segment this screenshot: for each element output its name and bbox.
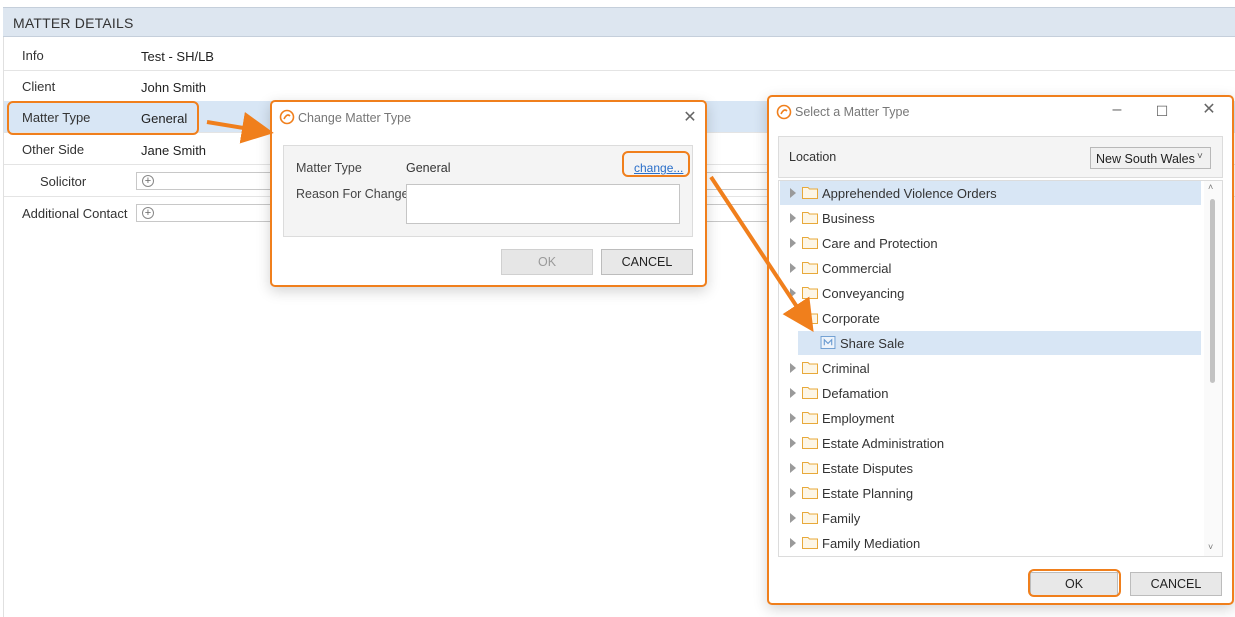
arrow-to-share-sale: [709, 175, 814, 333]
annotation-arrows: [206, 111, 814, 333]
arrow-to-change-dialog: [206, 111, 274, 144]
